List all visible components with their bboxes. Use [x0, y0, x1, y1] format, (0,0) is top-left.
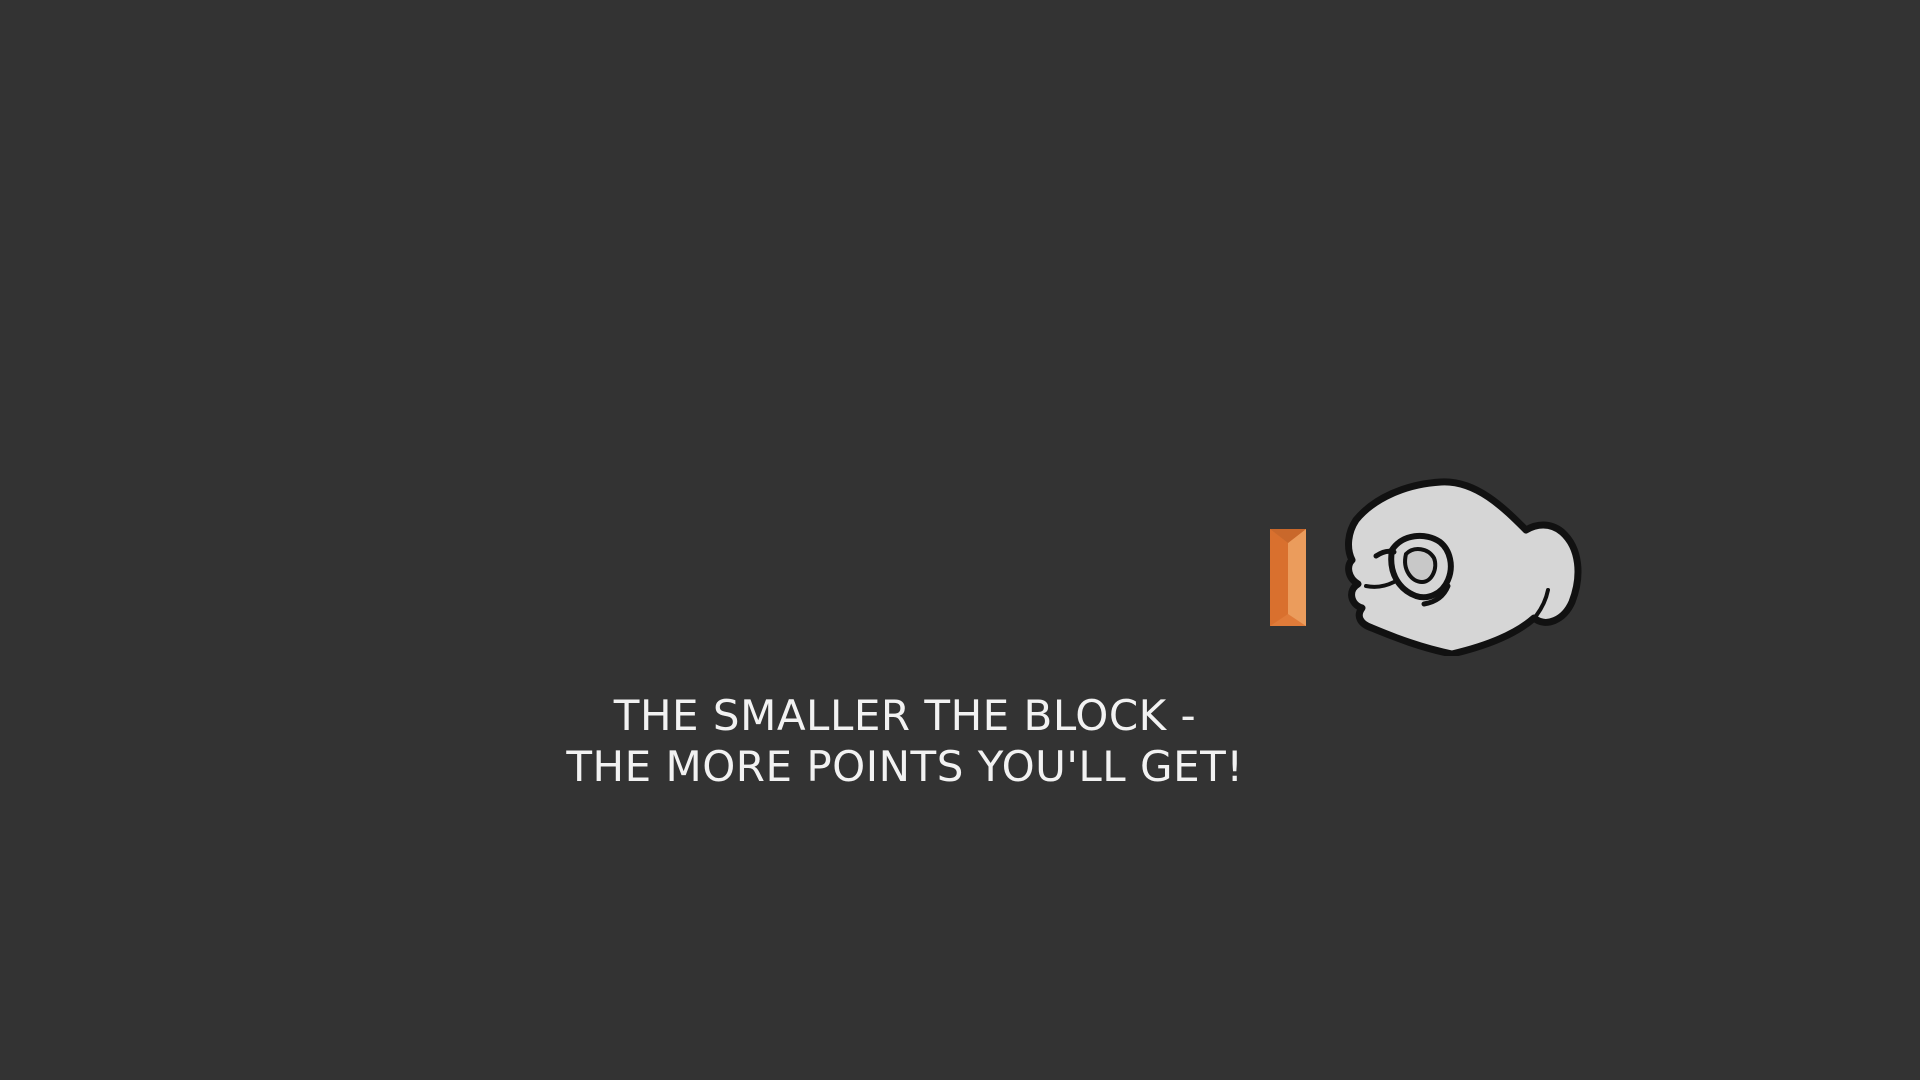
pinch-hand-icon: [1345, 478, 1582, 656]
tutorial-line-1: THE SMALLER THE BLOCK -: [613, 691, 1197, 740]
game-stage[interactable]: THE SMALLER THE BLOCK - THE MORE POINTS …: [0, 0, 1920, 1080]
tutorial-message: THE SMALLER THE BLOCK - THE MORE POINTS …: [460, 690, 1350, 792]
tutorial-line-2: THE MORE POINTS YOU'LL GET!: [566, 742, 1244, 791]
small-block: [1270, 529, 1306, 626]
